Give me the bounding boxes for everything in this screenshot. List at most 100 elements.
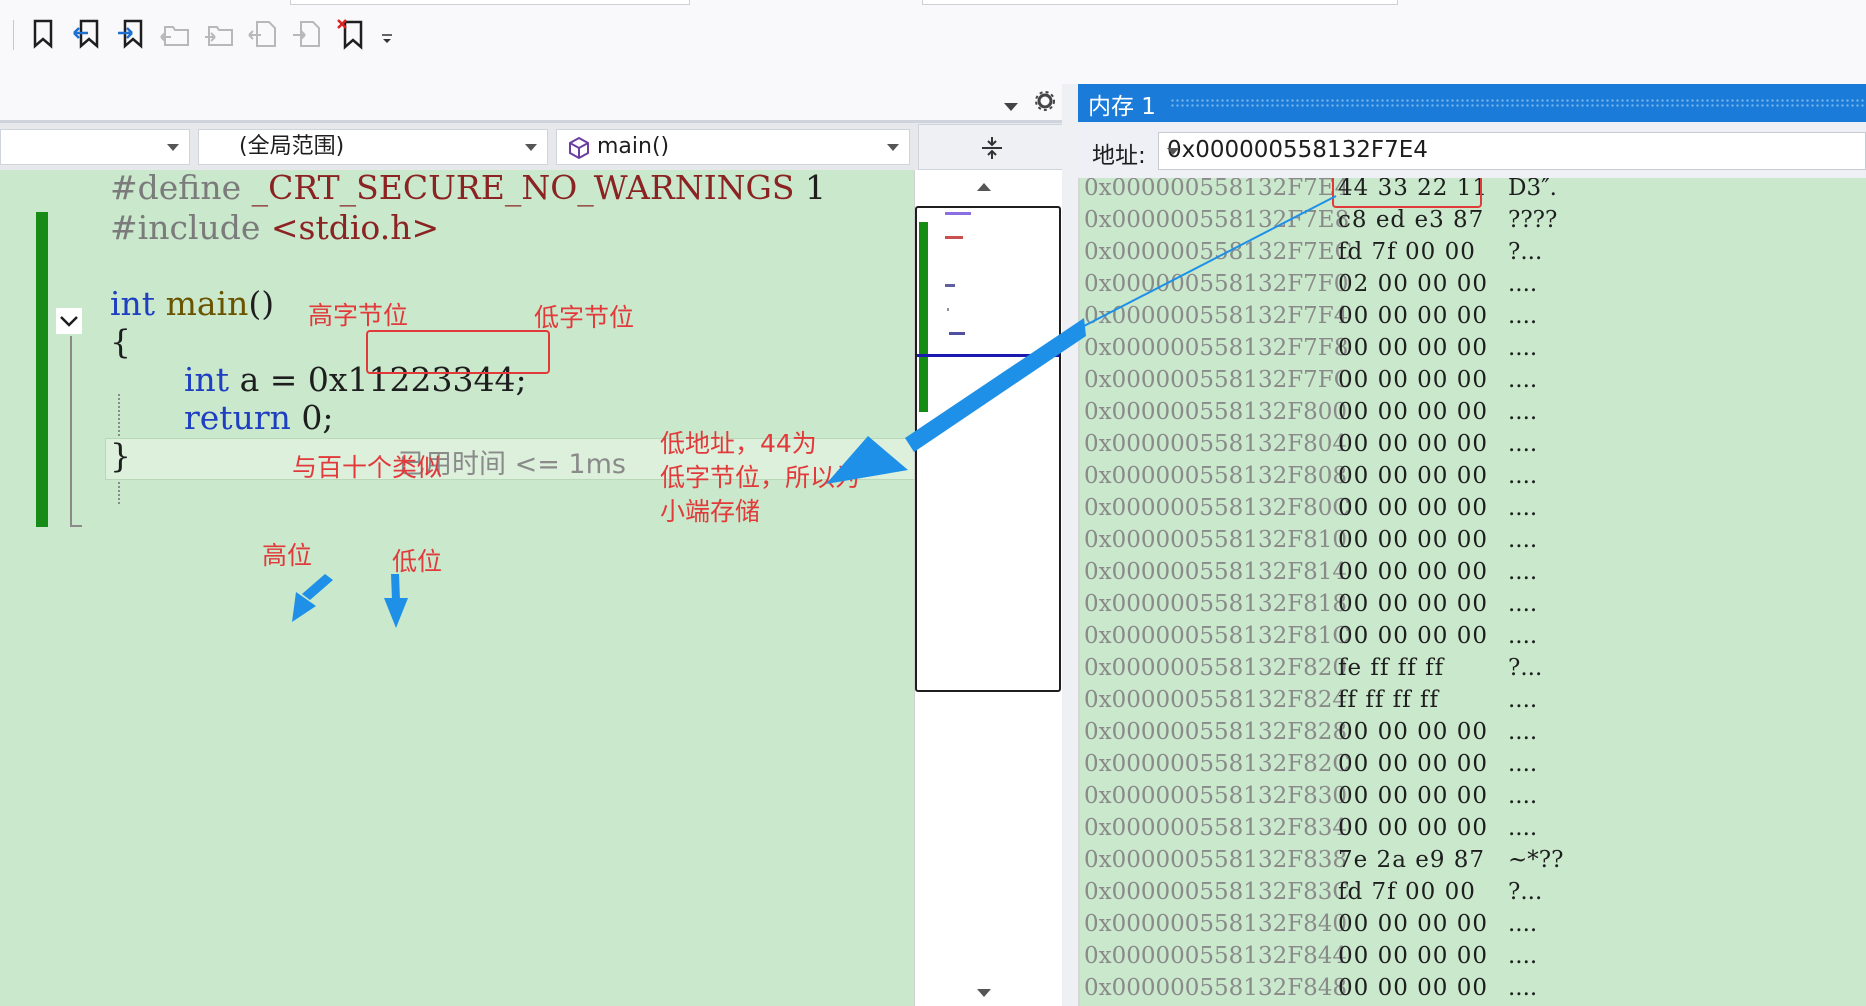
scope-label: (全局范围) xyxy=(239,134,345,159)
memory-dump-grid[interactable]: 0x000000558132F7E4 44 33 22 11 D3″. 0x00000… xyxy=(1078,178,1866,1006)
memory-row-chars: .... xyxy=(1508,975,1538,1001)
highlight-box-hex-value xyxy=(366,330,550,374)
memory-row-chars: .... xyxy=(1508,399,1538,425)
memory-row-chars: .... xyxy=(1508,623,1538,649)
memory-row-bytes[interactable]: 00 00 00 00 xyxy=(1338,524,1488,556)
assignment-prefix: a = 0x xyxy=(239,360,348,399)
keyword-int: int xyxy=(110,284,156,323)
memory-row-bytes[interactable]: 00 00 00 00 xyxy=(1338,812,1488,844)
memory-row-chars: D3″. xyxy=(1508,178,1557,201)
memory-row-bytes[interactable]: 00 00 00 00 xyxy=(1338,332,1488,364)
memory-row-chars: .... xyxy=(1508,559,1538,585)
scope-dropdown[interactable]: (全局范围) xyxy=(198,129,548,165)
bookmark-next-doc-icon[interactable] xyxy=(290,16,324,52)
memory-row-bytes[interactable]: 00 00 00 00 xyxy=(1338,300,1488,332)
map-line-mark xyxy=(947,308,949,311)
memory-row-bytes[interactable]: fe ff ff ff xyxy=(1338,652,1444,684)
memory-row-address: 0x000000558132F80C xyxy=(1084,495,1351,521)
memory-row-bytes[interactable]: 00 00 00 00 xyxy=(1338,588,1488,620)
address-label: 地址: xyxy=(1092,143,1146,169)
memory-row-bytes[interactable]: 00 00 00 00 xyxy=(1338,460,1488,492)
memory-row-chars: .... xyxy=(1508,303,1538,329)
memory-row-chars: ~*?? xyxy=(1508,847,1564,873)
memory-row-chars: .... xyxy=(1508,335,1538,361)
memory-row-chars: .... xyxy=(1508,943,1538,969)
memory-row-bytes[interactable]: 00 00 00 00 xyxy=(1338,492,1488,524)
bookmark-next-folder-icon[interactable] xyxy=(202,16,236,52)
memory-row-address: 0x000000558132F814 xyxy=(1084,559,1348,585)
memory-row-bytes[interactable]: 00 00 00 00 xyxy=(1338,396,1488,428)
memory-row-address: 0x000000558132F818 xyxy=(1084,591,1348,617)
scroll-down-icon[interactable] xyxy=(975,984,993,1003)
toolbar-overflow-icon[interactable] xyxy=(380,30,394,44)
memory-row-address: 0x000000558132F810 xyxy=(1084,527,1348,553)
bookmark-next-icon[interactable] xyxy=(114,16,148,52)
code-line-3: int main() xyxy=(110,284,274,324)
panel-splitter[interactable] xyxy=(1062,84,1078,1006)
memory-row-bytes[interactable]: 7e 2a e9 87 xyxy=(1338,844,1485,876)
scrollbar-map[interactable] xyxy=(914,170,1063,1006)
bookmark-prev-folder-icon[interactable] xyxy=(158,16,192,52)
memory-row-bytes[interactable]: ff ff ff ff xyxy=(1338,684,1439,716)
memory-row-bytes[interactable]: 00 00 00 00 xyxy=(1338,556,1488,588)
scrollbar-thumb[interactable] xyxy=(915,206,1061,692)
memory-row-bytes[interactable]: 00 00 00 00 xyxy=(1338,364,1488,396)
memory-row-bytes[interactable]: 00 00 00 00 xyxy=(1338,908,1488,940)
chevron-down-icon xyxy=(167,144,179,151)
annotation-high: 高位 xyxy=(262,541,313,570)
bookmark-toggle-icon[interactable] xyxy=(26,16,60,52)
project-dropdown[interactable] xyxy=(0,129,190,165)
memory-row-bytes[interactable]: fd 7f 00 00 xyxy=(1338,876,1476,908)
function-dropdown[interactable]: main() xyxy=(556,129,910,165)
memory-row-address: 0x000000558132F7F4 xyxy=(1084,303,1349,329)
collapse-chevron-icon[interactable] xyxy=(56,308,82,334)
memory-row-chars: .... xyxy=(1508,751,1538,777)
map-change-bar xyxy=(919,222,928,412)
highlight-box-memory-bytes xyxy=(1332,178,1482,208)
titlebar-grip xyxy=(1170,98,1866,108)
bookmark-clear-icon[interactable] xyxy=(334,16,368,52)
bookmark-prev-icon[interactable] xyxy=(70,16,104,52)
code-editor[interactable]: #define _CRT_SECURE_NO_WARNINGS 1 #inclu… xyxy=(0,170,914,1006)
code-line-6: return 0; xyxy=(184,398,333,438)
memory-row-bytes[interactable]: 00 00 00 00 xyxy=(1338,940,1488,972)
toolbar-combo-fragment xyxy=(290,0,690,5)
memory-window-titlebar[interactable]: 内存 1 xyxy=(1078,84,1866,122)
split-window-button[interactable] xyxy=(918,124,1064,170)
memory-row-bytes[interactable]: 00 00 00 00 xyxy=(1338,716,1488,748)
window-dropdown-icon[interactable] xyxy=(1002,98,1020,117)
gear-icon[interactable] xyxy=(1034,90,1056,116)
memory-row-chars: .... xyxy=(1508,687,1538,713)
toolbar-combo-fragment xyxy=(922,0,1398,5)
annotation-high-byte: 高字节位 xyxy=(308,301,409,330)
close-brace: } xyxy=(110,436,131,475)
editor-navigation-bar: (全局范围) main() xyxy=(0,120,1066,170)
memory-row-bytes[interactable]: c8 ed e3 87 xyxy=(1338,204,1484,236)
memory-row-bytes[interactable]: 00 00 00 00 xyxy=(1338,428,1488,460)
memory-row-address: 0x000000558132F834 xyxy=(1084,815,1348,841)
memory-row-address: 0x000000558132F7F8 xyxy=(1084,335,1349,361)
split-icon xyxy=(982,137,1002,159)
memory-row-address: 0x000000558132F7E8 xyxy=(1084,207,1350,233)
memory-row-bytes[interactable]: 00 00 00 00 xyxy=(1338,972,1488,1004)
memory-row-bytes[interactable]: 00 00 00 00 xyxy=(1338,780,1488,812)
address-input[interactable]: 0x000000558132F7E4 xyxy=(1158,132,1866,170)
directive-define: #define xyxy=(110,170,242,207)
directive-include: #include xyxy=(110,208,261,247)
map-caret-line xyxy=(917,354,1059,357)
return-value: 0; xyxy=(301,398,334,437)
memory-row-address: 0x000000558132F848 xyxy=(1084,975,1348,1001)
memory-row-chars: .... xyxy=(1508,367,1538,393)
memory-row-chars: ?... xyxy=(1508,879,1543,905)
code-line-7: } xyxy=(110,436,131,476)
memory-row-bytes[interactable]: 02 00 00 00 xyxy=(1338,268,1488,300)
memory-row-bytes[interactable]: fd 7f 00 00 xyxy=(1338,236,1476,268)
memory-row-address: 0x000000558132F82C xyxy=(1084,751,1351,777)
memory-row-bytes[interactable]: 00 00 00 00 xyxy=(1338,620,1488,652)
code-line-1: #define _CRT_SECURE_NO_WARNINGS 1 xyxy=(110,170,826,208)
scroll-up-icon[interactable] xyxy=(975,178,993,197)
memory-row-bytes[interactable]: 00 00 00 00 xyxy=(1338,748,1488,780)
memory-row-chars: .... xyxy=(1508,783,1538,809)
keyword-int: int xyxy=(184,360,230,399)
bookmark-prev-doc-icon[interactable] xyxy=(246,16,280,52)
